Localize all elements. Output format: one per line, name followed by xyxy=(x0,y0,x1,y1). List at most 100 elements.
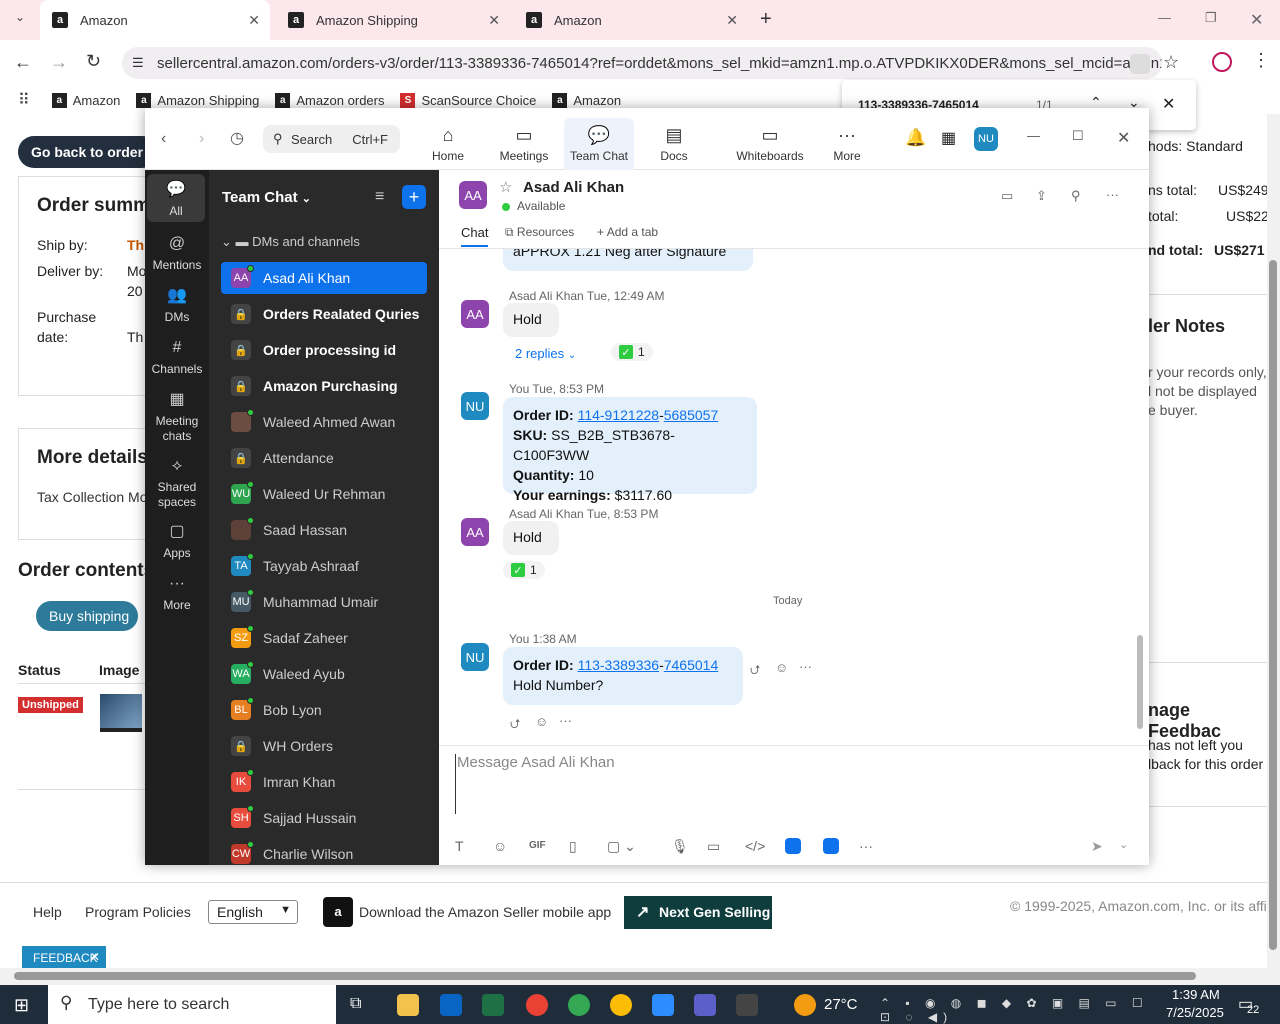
channel-item[interactable]: 🔒 WH Orders xyxy=(221,730,427,762)
forward-arrow-icon[interactable]: › xyxy=(199,130,204,148)
channel-item[interactable]: SH Sajjad Hussain xyxy=(221,802,427,834)
rail-channels[interactable]: # Channels xyxy=(145,340,209,377)
rail-all[interactable]: 💬 All xyxy=(147,174,205,222)
zoom-app-icon[interactable] xyxy=(652,994,674,1016)
channel-item[interactable]: MU Muhammad Umair xyxy=(221,586,427,618)
calculator-icon[interactable] xyxy=(736,994,758,1016)
nav-team-chat[interactable]: 💬 Team Chat xyxy=(564,118,634,170)
microphone-icon[interactable]: 🎙 xyxy=(671,838,689,855)
channel-item[interactable]: 🔒 Attendance xyxy=(221,442,427,474)
more-icon[interactable]: ··· xyxy=(859,838,873,854)
reload-icon[interactable]: ↻ xyxy=(86,51,101,72)
nav-docs[interactable]: ▤ Docs xyxy=(639,118,709,170)
history-icon[interactable]: ◷ xyxy=(230,128,244,148)
url-field[interactable]: ☰ sellercentral.amazon.com/orders-v3/ord… xyxy=(122,47,1162,79)
language-select[interactable]: English ▼ xyxy=(208,900,298,924)
next-gen-selling-button[interactable]: ↗ Next Gen Selling xyxy=(624,896,772,929)
channel-item[interactable]: AA Asad Ali Khan xyxy=(221,262,427,294)
nav-meetings[interactable]: ▭ Meetings xyxy=(489,118,559,170)
start-icon[interactable]: ⊞ xyxy=(14,995,29,1016)
bookmark-amazon[interactable]: a Amazon xyxy=(51,92,120,108)
order-id-link[interactable]: 114-9121228 xyxy=(578,407,659,423)
emoji-icon[interactable]: ☺ xyxy=(493,838,507,854)
buy-shipping-button[interactable]: Buy shipping xyxy=(36,601,138,631)
download-app-link[interactable]: Download the Amazon Seller mobile app xyxy=(359,904,611,920)
channel-item[interactable]: CW Charlie Wilson xyxy=(221,838,427,865)
sender-avatar[interactable]: NU xyxy=(461,392,489,420)
reply-icon[interactable]: ⮍ xyxy=(510,715,520,737)
sender-avatar[interactable]: AA xyxy=(461,300,489,328)
chat-tab-resources[interactable]: ⧉ Resources xyxy=(505,225,574,240)
chrome-icon[interactable] xyxy=(526,994,548,1016)
menu-icon[interactable]: ⋮ xyxy=(1252,50,1270,71)
excel-icon[interactable] xyxy=(482,994,504,1016)
bookmark-amazon-orders[interactable]: a Amazon orders xyxy=(275,92,384,108)
minimize-icon[interactable]: — xyxy=(1027,128,1040,143)
bell-icon[interactable]: 🔔 xyxy=(905,128,926,148)
maximize-icon[interactable]: ☐ xyxy=(1072,128,1084,144)
message-bubble[interactable]: Hold xyxy=(503,303,559,337)
rail-dms[interactable]: 👥 DMs xyxy=(145,288,209,325)
channel-item[interactable]: WU Waleed Ur Rehman xyxy=(221,478,427,510)
chat-tab-chat[interactable]: Chat xyxy=(461,225,489,247)
search-icon[interactable]: ⚲ xyxy=(1071,188,1081,204)
lens-icon[interactable] xyxy=(1130,54,1150,74)
forward-arrow-icon[interactable]: → xyxy=(50,52,68,73)
bookmark-amazon-shipping[interactable]: a Amazon Shipping xyxy=(136,92,259,108)
chat-tab-add[interactable]: + Add a tab xyxy=(597,225,658,239)
site-info-icon[interactable]: ☰ xyxy=(132,55,144,71)
clock-time[interactable]: 1:39 AM xyxy=(1172,987,1220,1002)
rail-shared-spaces[interactable]: ⟡ Shared spaces xyxy=(145,458,209,510)
order-id-link[interactable]: 5685057 xyxy=(664,407,719,423)
rail-more[interactable]: ··· More xyxy=(145,576,209,613)
close-icon[interactable]: ✕ xyxy=(248,12,260,29)
close-icon[interactable]: ✕ xyxy=(1117,128,1130,148)
message-bubble[interactable]: Order ID: 114-9121228-5685057 SKU: SS_B2… xyxy=(503,397,757,503)
message-bubble[interactable]: Hold xyxy=(503,521,559,555)
gif-icon[interactable]: GIF xyxy=(529,840,546,851)
app-icon-2[interactable] xyxy=(823,838,839,854)
order-id-link[interactable]: 7465014 xyxy=(664,657,719,673)
nav-whiteboards[interactable]: ▭ Whiteboards xyxy=(725,118,815,170)
message-bubble[interactable]: Order ID: 113-3389336-7465014 Hold Numbe… xyxy=(503,647,743,705)
rail-mentions[interactable]: @ Mentions xyxy=(145,236,209,273)
feedback-tab[interactable]: FEEDBACK ✕ xyxy=(22,946,106,968)
code-icon[interactable]: </> xyxy=(745,838,765,854)
nav-more[interactable]: ··· More xyxy=(812,118,882,170)
restore-icon[interactable]: ❐ xyxy=(1205,10,1217,26)
close-icon[interactable]: ✕ xyxy=(726,12,738,29)
new-tab-icon[interactable]: + xyxy=(760,8,772,31)
zoom-search-input[interactable]: ⚲ Search Ctrl+F xyxy=(263,125,400,153)
sender-avatar[interactable]: AA xyxy=(461,518,489,546)
task-view-icon[interactable]: ⧉ xyxy=(350,995,361,1013)
replies-link[interactable]: 2 replies ⌄ xyxy=(515,346,576,361)
back-arrow-icon[interactable]: ← xyxy=(14,52,32,73)
order-id-link[interactable]: 113-3389336 xyxy=(578,657,659,673)
calendar-icon[interactable]: ▦ xyxy=(941,128,956,148)
share-screen-icon[interactable]: ⇪ xyxy=(1036,188,1047,204)
more-options-icon[interactable]: ··· xyxy=(559,713,572,728)
bookmark-star-icon[interactable]: ☆ xyxy=(1163,52,1179,73)
video-message-icon[interactable]: ▭ xyxy=(707,838,720,855)
chrome-icon[interactable] xyxy=(610,994,632,1016)
channel-item[interactable]: 🔒 Orders Realated Quries xyxy=(221,298,427,330)
close-icon[interactable]: ✕ xyxy=(488,12,500,29)
clock-date[interactable]: 7/25/2025 xyxy=(1166,1005,1224,1020)
text-format-icon[interactable]: T xyxy=(455,838,464,854)
tab-amazon-shipping[interactable]: a Amazon Shipping ✕ xyxy=(276,0,510,40)
bookmark-amazon-2[interactable]: a Amazon xyxy=(552,92,621,108)
video-call-icon[interactable]: ▭ xyxy=(1001,188,1013,204)
more-options-icon[interactable]: ··· xyxy=(799,659,812,674)
close-window-icon[interactable]: ✕ xyxy=(1250,10,1263,30)
weather-icon[interactable] xyxy=(794,994,816,1016)
tab-search-icon[interactable]: ⌄ xyxy=(8,10,32,30)
channel-item[interactable]: IK Imran Khan xyxy=(221,766,427,798)
outlook-icon[interactable] xyxy=(440,994,462,1016)
reaction-checkmark[interactable]: ✓ 1 xyxy=(503,561,545,579)
channel-item[interactable]: 🔒 Order processing id xyxy=(221,334,427,366)
teams-icon[interactable] xyxy=(694,994,716,1016)
back-arrow-icon[interactable]: ‹ xyxy=(161,130,166,148)
reply-icon[interactable]: ⮍ xyxy=(750,661,760,683)
product-thumbnail[interactable] xyxy=(100,694,142,732)
user-avatar[interactable]: NU xyxy=(974,127,998,151)
